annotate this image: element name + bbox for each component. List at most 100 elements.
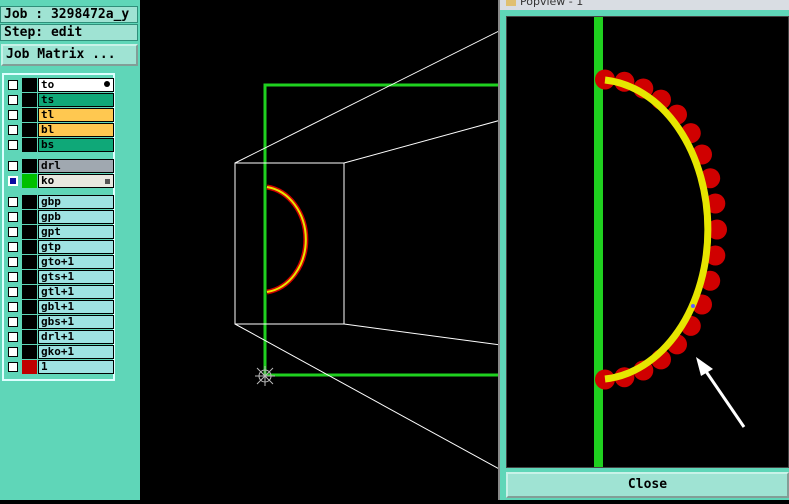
layer-checkbox[interactable]: [8, 347, 18, 357]
projection-line: [343, 323, 502, 346]
projection-line: [234, 323, 502, 471]
layer-checkbox[interactable]: [8, 287, 18, 297]
layer-checkbox[interactable]: [8, 242, 18, 252]
layer-row-gbl+1[interactable]: gbl+1: [6, 300, 114, 314]
layer-color-swatch[interactable]: [22, 285, 37, 299]
layer-color-swatch[interactable]: [22, 159, 37, 173]
layer-name[interactable]: drl+1: [38, 330, 114, 344]
board-outline: [263, 83, 507, 377]
left-panel: Job : 3298472a_y Step: edit Job Matrix .…: [0, 0, 140, 500]
layer-row-gto+1[interactable]: gto+1: [6, 255, 114, 269]
layer-checkbox[interactable]: [8, 80, 18, 90]
layer-name[interactable]: bl: [38, 123, 114, 137]
edit-icon: [104, 81, 110, 87]
layer-row-gtp[interactable]: gtp: [6, 240, 114, 254]
layer-color-swatch[interactable]: [22, 78, 37, 92]
layer-color-swatch[interactable]: [22, 195, 37, 209]
layer-checkbox[interactable]: [8, 125, 18, 135]
layer-name[interactable]: gpt: [38, 225, 114, 239]
layer-row-gbp[interactable]: gbp: [6, 195, 114, 209]
layer-checkbox[interactable]: [8, 257, 18, 267]
layer-row-gpb[interactable]: gpb: [6, 210, 114, 224]
popview-window: Popview - 1 Close: [498, 0, 789, 500]
layer-color-swatch[interactable]: [22, 345, 37, 359]
layer-color-swatch[interactable]: [22, 210, 37, 224]
layer-checkbox[interactable]: [8, 140, 18, 150]
layer-color-swatch[interactable]: [22, 138, 37, 152]
layer-name[interactable]: gbl+1: [38, 300, 114, 314]
layer-marker-icon: [105, 179, 110, 184]
layer-name[interactable]: ko: [38, 174, 114, 188]
job-matrix-button[interactable]: Job Matrix ...: [1, 44, 138, 66]
layer-color-swatch[interactable]: [22, 123, 37, 137]
layer-color-swatch[interactable]: [22, 360, 37, 374]
layer-name[interactable]: bs: [38, 138, 114, 152]
layer-color-swatch[interactable]: [22, 300, 37, 314]
popview-titlebar[interactable]: Popview - 1: [500, 0, 789, 10]
layer-checkbox[interactable]: [8, 110, 18, 120]
popview-canvas[interactable]: [506, 16, 789, 468]
layer-name[interactable]: tl: [38, 108, 114, 122]
layer-row-bl[interactable]: bl: [6, 123, 114, 137]
layer-row-gtl+1[interactable]: gtl+1: [6, 285, 114, 299]
layer-color-swatch[interactable]: [22, 225, 37, 239]
window-icon: [506, 0, 516, 6]
step-label: Step: edit: [0, 24, 138, 41]
arc-red: [266, 184, 309, 295]
layer-row-ko[interactable]: ko: [6, 174, 114, 188]
layer-name[interactable]: ts: [38, 93, 114, 107]
projection-line: [343, 119, 502, 164]
layer-row-ts[interactable]: ts: [6, 93, 114, 107]
layer-row-gts+1[interactable]: gts+1: [6, 270, 114, 284]
job-label: Job : 3298472a_y: [0, 6, 138, 23]
layer-checkbox[interactable]: [8, 227, 18, 237]
projection-line: [234, 29, 502, 164]
layer-checkbox[interactable]: [8, 272, 18, 282]
close-button[interactable]: Close: [506, 472, 789, 498]
layer-checkbox[interactable]: [8, 95, 18, 105]
layer-color-swatch[interactable]: [22, 108, 37, 122]
layer-name[interactable]: drl: [38, 159, 114, 173]
layer-name[interactable]: gko+1: [38, 345, 114, 359]
layer-row-bs[interactable]: bs: [6, 138, 114, 152]
layer-row-1[interactable]: 1: [6, 360, 114, 374]
graphic-canvas[interactable]: [141, 0, 507, 500]
layer-row-drl[interactable]: drl: [6, 159, 114, 173]
arc-marker: [691, 304, 695, 308]
zoom-region: [234, 162, 345, 325]
layer-checkbox[interactable]: [8, 332, 18, 342]
layer-checkbox[interactable]: [8, 317, 18, 327]
layer-color-swatch[interactable]: [22, 270, 37, 284]
layer-list: to ts tl bl bs drl ko gbp gpb gpt gtp gto+1 gts+1 gtl…: [2, 73, 115, 381]
layer-color-swatch[interactable]: [22, 330, 37, 344]
layer-row-drl+1[interactable]: drl+1: [6, 330, 114, 344]
layer-checkbox[interactable]: [8, 197, 18, 207]
layer-row-tl[interactable]: tl: [6, 108, 114, 122]
layer-checkbox[interactable]: [8, 212, 18, 222]
arrow-icon: [696, 357, 746, 428]
layer-name[interactable]: gbp: [38, 195, 114, 209]
popview-title: Popview - 1: [520, 0, 584, 8]
layer-name[interactable]: to: [38, 78, 114, 92]
layer-row-gko+1[interactable]: gko+1: [6, 345, 114, 359]
layer-row-gbs+1[interactable]: gbs+1: [6, 315, 114, 329]
layer-color-swatch[interactable]: [22, 315, 37, 329]
layer-checkbox[interactable]: [8, 302, 18, 312]
layer-name[interactable]: gpb: [38, 210, 114, 224]
layer-name[interactable]: gts+1: [38, 270, 114, 284]
layer-row-gpt[interactable]: gpt: [6, 225, 114, 239]
layer-checkbox[interactable]: [8, 161, 18, 171]
layer-name[interactable]: 1: [38, 360, 114, 374]
layer-color-swatch[interactable]: [22, 174, 37, 188]
layer-name[interactable]: gto+1: [38, 255, 114, 269]
layer-checkbox[interactable]: [8, 362, 18, 372]
layer-color-swatch[interactable]: [22, 255, 37, 269]
datum-icon: [255, 366, 275, 386]
layer-name[interactable]: gtl+1: [38, 285, 114, 299]
layer-color-swatch[interactable]: [22, 240, 37, 254]
layer-row-to[interactable]: to: [6, 78, 114, 92]
layer-name[interactable]: gtp: [38, 240, 114, 254]
layer-color-swatch[interactable]: [22, 93, 37, 107]
layer-name[interactable]: gbs+1: [38, 315, 114, 329]
layer-checkbox[interactable]: [8, 176, 18, 186]
